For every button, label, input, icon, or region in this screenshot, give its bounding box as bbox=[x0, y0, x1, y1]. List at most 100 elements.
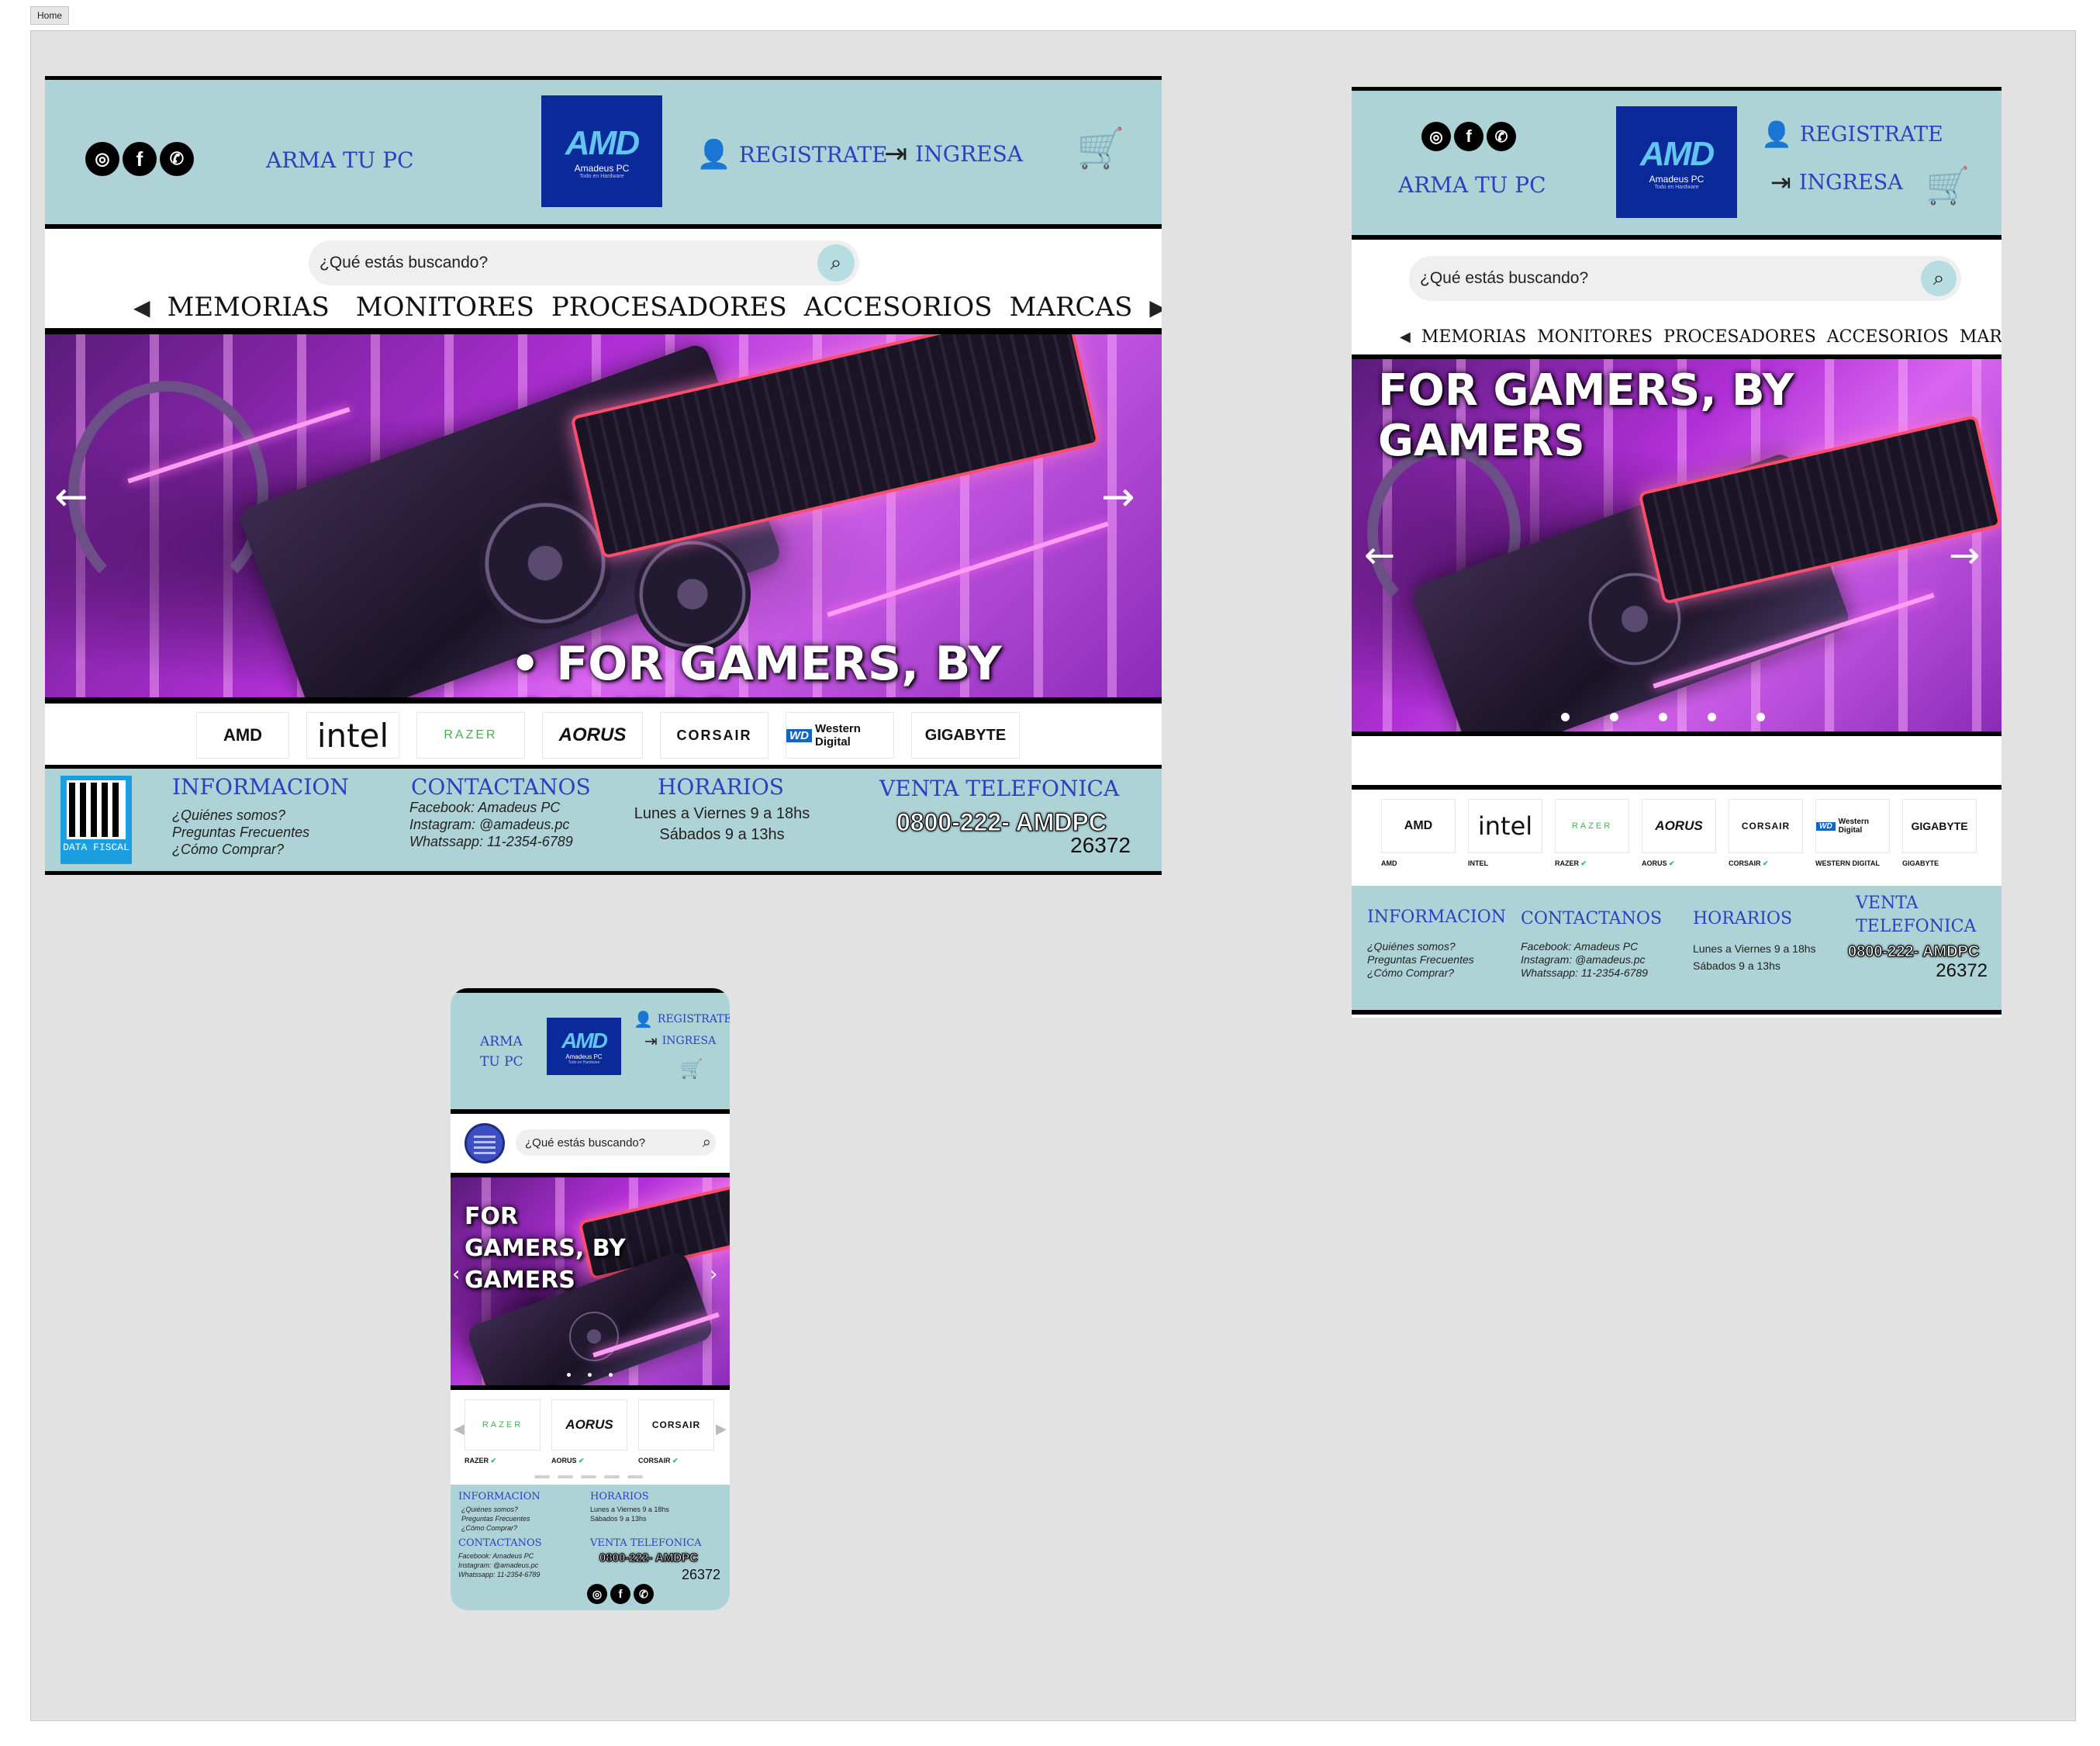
brand-next-icon[interactable]: ▶ bbox=[716, 1421, 727, 1437]
login-link[interactable]: ⇥ INGRESA bbox=[884, 138, 1023, 170]
brand-intel[interactable]: intel bbox=[306, 712, 399, 759]
category-procesadores[interactable]: PROCESADORES bbox=[551, 292, 787, 323]
facebook-icon[interactable]: f bbox=[123, 142, 157, 176]
phone-main[interactable]: 0800-222- AMDPC bbox=[1847, 943, 1979, 961]
instagram-icon[interactable]: ◎ bbox=[587, 1584, 607, 1604]
carousel-next-arrow[interactable]: › bbox=[710, 1263, 717, 1286]
contact-whatsapp[interactable]: Whatssapp: 11-2354-6789 bbox=[409, 833, 573, 850]
whatsapp-icon[interactable]: ✆ bbox=[1487, 122, 1516, 151]
category-marcas[interactable]: MARCAS bbox=[1010, 292, 1133, 323]
brand-card-amd[interactable]: AMD AMD bbox=[1381, 799, 1456, 867]
search-bar[interactable]: ¿Qué estás buscando? ⌕ bbox=[516, 1129, 716, 1156]
carousel-dot[interactable] bbox=[627, 1475, 643, 1478]
data-fiscal-qr[interactable]: DATA FISCAL bbox=[60, 776, 132, 864]
brand-aorus[interactable]: AORUS bbox=[542, 712, 643, 759]
whatsapp-icon[interactable]: ✆ bbox=[634, 1584, 654, 1604]
footer-link-preguntas[interactable]: Preguntas Frecuentes bbox=[461, 1514, 530, 1523]
carousel-prev-arrow[interactable]: ‹ bbox=[452, 1263, 460, 1286]
register-link[interactable]: 👤 REGISTRATE bbox=[634, 1010, 730, 1029]
search-icon[interactable]: ⌕ bbox=[817, 244, 855, 282]
brand-gigabyte[interactable]: GIGABYTE bbox=[911, 712, 1020, 759]
search-bar[interactable]: ¿Qué estás buscando? ⌕ bbox=[1409, 256, 1961, 301]
brand-card-aorus[interactable]: AORUS AORUS ✔ bbox=[1642, 799, 1716, 868]
cart-icon[interactable]: 🛒 bbox=[1926, 164, 1970, 207]
carousel-next-arrow[interactable]: → bbox=[1949, 534, 1980, 577]
footer-link-quienes[interactable]: ¿Quiénes somos? bbox=[1367, 940, 1474, 953]
carousel-dot[interactable] bbox=[1756, 713, 1765, 721]
search-icon[interactable]: ⌕ bbox=[703, 1134, 711, 1152]
carousel-dot[interactable] bbox=[609, 1373, 613, 1377]
category-accesorios[interactable]: ACCESORIOS bbox=[1827, 327, 1949, 347]
carousel-dot[interactable] bbox=[558, 1475, 573, 1478]
brand-razer[interactable]: RAZER bbox=[416, 712, 525, 759]
cart-icon[interactable]: 🛒 bbox=[680, 1058, 703, 1080]
arma-tu-pc-link[interactable]: ARMA TU PC bbox=[1398, 172, 1546, 198]
facebook-icon[interactable]: f bbox=[610, 1584, 630, 1604]
page-tab-home[interactable]: Home bbox=[30, 6, 70, 25]
category-memorias[interactable]: MEMORIAS bbox=[1421, 327, 1526, 347]
carousel-dot[interactable] bbox=[1561, 713, 1570, 721]
footer-link-preguntas[interactable]: Preguntas Frecuentes bbox=[1367, 953, 1474, 966]
footer-link-preguntas[interactable]: Preguntas Frecuentes bbox=[172, 824, 309, 841]
arma-tu-pc-link[interactable]: ARMA TU PC bbox=[266, 147, 414, 173]
brand-card-corsair[interactable]: CORSAIR CORSAIR ✔ bbox=[638, 1399, 714, 1465]
carousel-dot[interactable] bbox=[1659, 713, 1667, 721]
carousel-dot[interactable] bbox=[604, 1475, 620, 1478]
logo[interactable]: AMD Amadeus PC Todo en Hardware bbox=[1616, 106, 1737, 218]
footer-link-quienes[interactable]: ¿Quiénes somos? bbox=[461, 1505, 530, 1514]
search-input[interactable]: ¿Qué estás buscando? bbox=[525, 1136, 645, 1150]
contact-facebook[interactable]: Facebook: Amadeus PC bbox=[409, 799, 573, 816]
footer-link-comprar[interactable]: ¿Cómo Comprar? bbox=[1367, 966, 1474, 980]
footer-link-quienes[interactable]: ¿Quiénes somos? bbox=[172, 807, 309, 824]
login-link[interactable]: ⇥ INGRESA bbox=[644, 1032, 716, 1050]
prev-category-icon[interactable]: ◀ bbox=[1400, 329, 1411, 345]
logo[interactable]: AMD Amadeus PC Todo en Hardware bbox=[547, 1018, 621, 1075]
login-link[interactable]: ⇥ INGRESA bbox=[1770, 168, 1903, 197]
brand-card-corsair[interactable]: CORSAIR CORSAIR ✔ bbox=[1729, 799, 1803, 868]
brand-card-aorus[interactable]: AORUS AORUS ✔ bbox=[551, 1399, 627, 1465]
instagram-icon[interactable]: ◎ bbox=[1421, 122, 1451, 151]
contact-whatsapp[interactable]: Whatssapp: 11-2354-6789 bbox=[458, 1570, 540, 1579]
contact-facebook[interactable]: Facebook: Amadeus PC bbox=[1521, 940, 1648, 953]
brand-card-gigabyte[interactable]: GIGABYTE GIGABYTE bbox=[1902, 799, 1977, 867]
brand-prev-icon[interactable]: ◀ bbox=[454, 1421, 465, 1437]
arma-tu-pc-link[interactable]: ARMA TU PC bbox=[480, 1032, 523, 1072]
search-input[interactable]: ¿Qué estás buscando? bbox=[319, 254, 488, 272]
phone-main[interactable]: 0800-222- AMDPC bbox=[599, 1551, 699, 1565]
footer-link-comprar[interactable]: ¿Cómo Comprar? bbox=[461, 1523, 530, 1533]
search-input[interactable]: ¿Qué estás buscando? bbox=[1420, 269, 1588, 288]
carousel-dot[interactable] bbox=[1610, 713, 1618, 721]
whatsapp-icon[interactable]: ✆ bbox=[160, 142, 194, 176]
carousel-dot[interactable] bbox=[567, 1373, 571, 1377]
contact-instagram[interactable]: Instagram: @amadeus.pc bbox=[1521, 953, 1648, 966]
brand-card-intel[interactable]: intel INTEL bbox=[1468, 799, 1542, 867]
carousel-dot[interactable] bbox=[1708, 713, 1716, 721]
category-monitores[interactable]: MONITORES bbox=[356, 292, 534, 323]
facebook-icon[interactable]: f bbox=[1454, 122, 1483, 151]
instagram-icon[interactable]: ◎ bbox=[85, 142, 119, 176]
brand-corsair[interactable]: CORSAIR bbox=[660, 712, 769, 759]
hamburger-menu-button[interactable] bbox=[465, 1123, 505, 1163]
carousel-dot[interactable] bbox=[581, 1475, 596, 1478]
next-category-icon[interactable]: ▶ bbox=[1149, 295, 1162, 320]
register-link[interactable]: 👤 REGISTRATE bbox=[1761, 119, 1943, 149]
category-accesorios[interactable]: ACCESORIOS bbox=[804, 292, 993, 323]
category-monitores[interactable]: MONITORES bbox=[1537, 327, 1653, 347]
category-memorias[interactable]: MEMORIAS bbox=[168, 292, 330, 323]
search-icon[interactable]: ⌕ bbox=[1921, 261, 1957, 296]
logo[interactable]: AMD Amadeus PC Todo en Hardware bbox=[541, 95, 662, 207]
contact-whatsapp[interactable]: Whatssapp: 11-2354-6789 bbox=[1521, 966, 1648, 980]
category-marcas[interactable]: MARCAS bbox=[1960, 327, 2002, 347]
carousel-next-arrow[interactable]: → bbox=[1101, 474, 1135, 520]
brand-amd[interactable]: AMD bbox=[196, 712, 289, 759]
carousel-prev-arrow[interactable]: ← bbox=[54, 474, 88, 520]
contact-instagram[interactable]: Instagram: @amadeus.pc bbox=[409, 816, 573, 833]
prev-category-icon[interactable]: ◀ bbox=[133, 295, 150, 320]
carousel-dot[interactable] bbox=[534, 1475, 550, 1478]
cart-icon[interactable]: 🛒 bbox=[1076, 126, 1124, 171]
carousel-dot[interactable] bbox=[588, 1373, 592, 1377]
search-bar[interactable]: ¿Qué estás buscando? ⌕ bbox=[309, 240, 859, 285]
register-link[interactable]: 👤 REGISTRATE bbox=[696, 138, 888, 171]
brand-card-razer[interactable]: RAZER RAZER ✔ bbox=[465, 1399, 541, 1465]
brand-card-razer[interactable]: RAZER RAZER ✔ bbox=[1555, 799, 1629, 868]
